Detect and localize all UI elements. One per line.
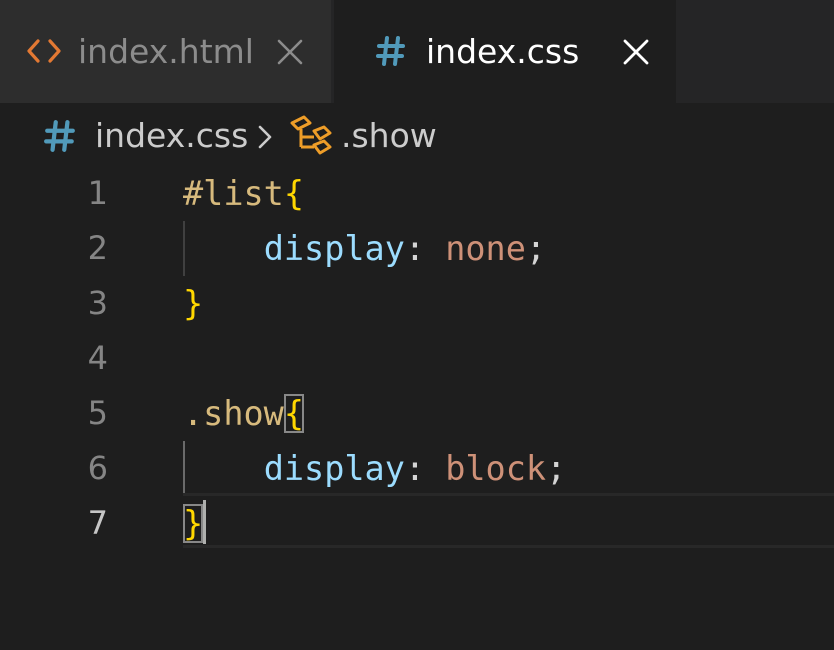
- code-text: }: [183, 496, 207, 551]
- value-token: block: [445, 449, 547, 488]
- code-editor[interactable]: 1 #list{ 2 display: none; 3 } 4 5 .show{…: [0, 165, 834, 650]
- semicolon-token: ;: [546, 449, 567, 488]
- tab-index-css[interactable]: index.css: [334, 0, 676, 103]
- code-line[interactable]: 5 .show{: [0, 386, 834, 441]
- breadcrumb: index.css .show: [0, 103, 834, 165]
- line-number: 2: [87, 229, 108, 267]
- breadcrumb-file[interactable]: index.css: [95, 103, 248, 169]
- code-text: display: block;: [183, 441, 567, 496]
- code-line[interactable]: 6 display: block;: [0, 441, 834, 496]
- property-token: display: [263, 229, 405, 268]
- code-text: }: [183, 276, 203, 331]
- colon-token: :: [404, 449, 446, 488]
- tab-label: index.css: [426, 32, 580, 71]
- property-token: display: [263, 449, 405, 488]
- tab-bar: index.html index.css: [0, 0, 834, 103]
- semicolon-token: ;: [525, 229, 547, 268]
- tab-index-html[interactable]: index.html: [0, 0, 332, 103]
- code-line[interactable]: 3 }: [0, 276, 834, 331]
- css-hash-icon: [44, 119, 76, 153]
- chevron-right-icon: [254, 123, 276, 151]
- text-cursor: [203, 500, 207, 544]
- line-number: 7: [87, 504, 108, 542]
- close-icon[interactable]: [272, 34, 308, 70]
- css-hash-icon: [374, 26, 408, 76]
- value-token: none: [445, 229, 526, 268]
- code-text: display: none;: [183, 221, 546, 276]
- matching-brace-token: {: [283, 394, 305, 433]
- close-icon[interactable]: [618, 34, 654, 70]
- colon-token: :: [404, 229, 446, 268]
- code-line[interactable]: 1 #list{: [0, 166, 834, 221]
- line-number: 6: [87, 449, 108, 487]
- brace-token: {: [283, 174, 305, 213]
- code-line[interactable]: 4: [0, 331, 834, 386]
- symbol-selector-icon: [288, 113, 334, 159]
- tab-label: index.html: [78, 32, 254, 71]
- line-number: 5: [87, 394, 108, 432]
- line-number: 3: [87, 284, 108, 322]
- selector-token: #list: [183, 174, 284, 213]
- matching-brace-token: }: [183, 504, 204, 543]
- breadcrumb-symbol[interactable]: .show: [341, 103, 437, 169]
- code-text: #list{: [183, 166, 304, 221]
- editor-window: index.html index.css index.css .show 1 #…: [0, 0, 834, 650]
- brace-token: }: [183, 284, 204, 323]
- line-number: 1: [87, 174, 108, 212]
- line-number: 4: [87, 339, 108, 377]
- html-code-icon: [24, 26, 64, 76]
- selector-token: .show: [183, 394, 284, 433]
- code-text: .show{: [183, 386, 305, 441]
- code-line[interactable]: 7 }: [0, 496, 834, 551]
- code-line[interactable]: 2 display: none;: [0, 221, 834, 276]
